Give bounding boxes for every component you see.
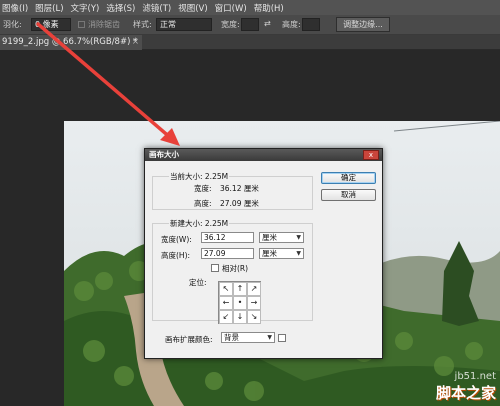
- annotation-arrow-icon: [36, 22, 180, 146]
